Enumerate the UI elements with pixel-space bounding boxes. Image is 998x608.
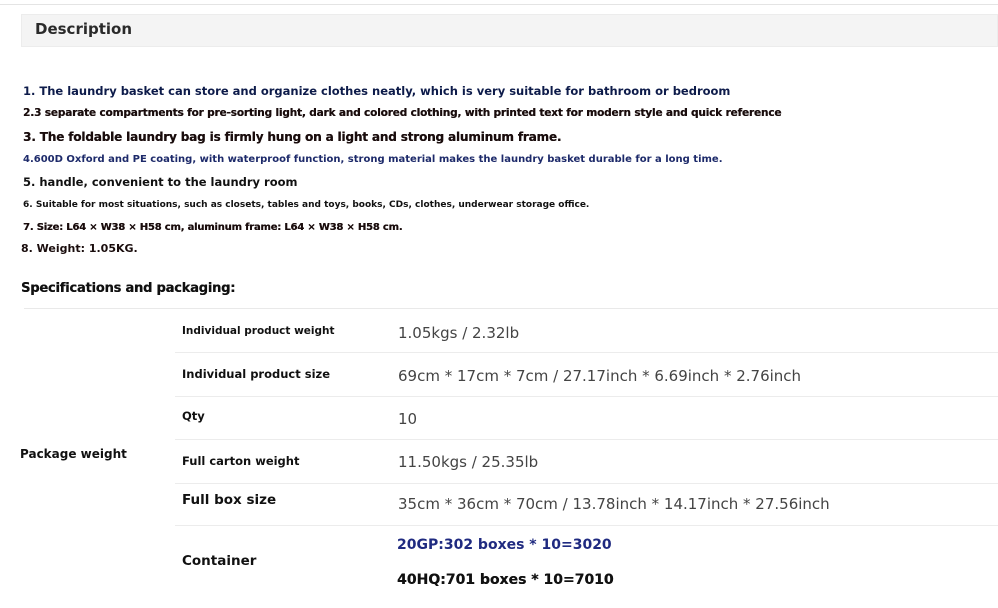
feature-item: 5. handle, convenient to the laundry roo… (23, 175, 298, 189)
row-divider (175, 483, 998, 484)
top-divider (0, 4, 998, 5)
container-value-40hq: 40HQ:701 boxes * 10=7010 (397, 572, 614, 588)
spec-row-value: 11.50kgs / 25.35lb (398, 453, 539, 471)
feature-item: 1. The laundry basket can store and orga… (23, 84, 731, 98)
spec-row-label: Full carton weight (182, 454, 300, 468)
feature-item: 6. Suitable for most situations, such as… (23, 200, 590, 210)
spec-row-label: Full box size (182, 492, 277, 508)
spec-row-label: Individual product weight (182, 325, 335, 337)
feature-item: 2.3 separate compartments for pre-sortin… (23, 107, 782, 119)
description-header: Description (21, 14, 998, 47)
spec-row-value: 1.05kgs / 2.32lb (398, 324, 520, 342)
spec-row-value: 10 (398, 410, 418, 428)
container-label: Container (182, 553, 257, 569)
row-divider (175, 525, 998, 526)
description-title: Description (35, 20, 133, 38)
spec-row-label: Individual product size (182, 367, 331, 381)
package-weight-label: Package weight (20, 447, 127, 461)
container-value-20gp: 20GP:302 boxes * 10=3020 (397, 537, 612, 553)
feature-item: 3. The foldable laundry bag is firmly hu… (23, 130, 562, 144)
spec-row-label: Qty (182, 409, 205, 423)
feature-item: 7. Size: L64 × W38 × H58 cm, aluminum fr… (23, 222, 403, 233)
row-divider (175, 439, 998, 440)
spec-row-value: 69cm * 17cm * 7cm / 27.17inch * 6.69inch… (398, 367, 802, 385)
spec-row-value: 35cm * 36cm * 70cm / 13.78inch * 14.17in… (398, 495, 830, 513)
feature-item: 8. Weight: 1.05KG. (21, 242, 138, 255)
specs-title: Specifications and packaging: (21, 281, 236, 296)
row-divider (175, 352, 998, 353)
specs-divider (24, 308, 998, 309)
row-divider (175, 396, 998, 397)
feature-item: 4.600D Oxford and PE coating, with water… (23, 154, 723, 165)
